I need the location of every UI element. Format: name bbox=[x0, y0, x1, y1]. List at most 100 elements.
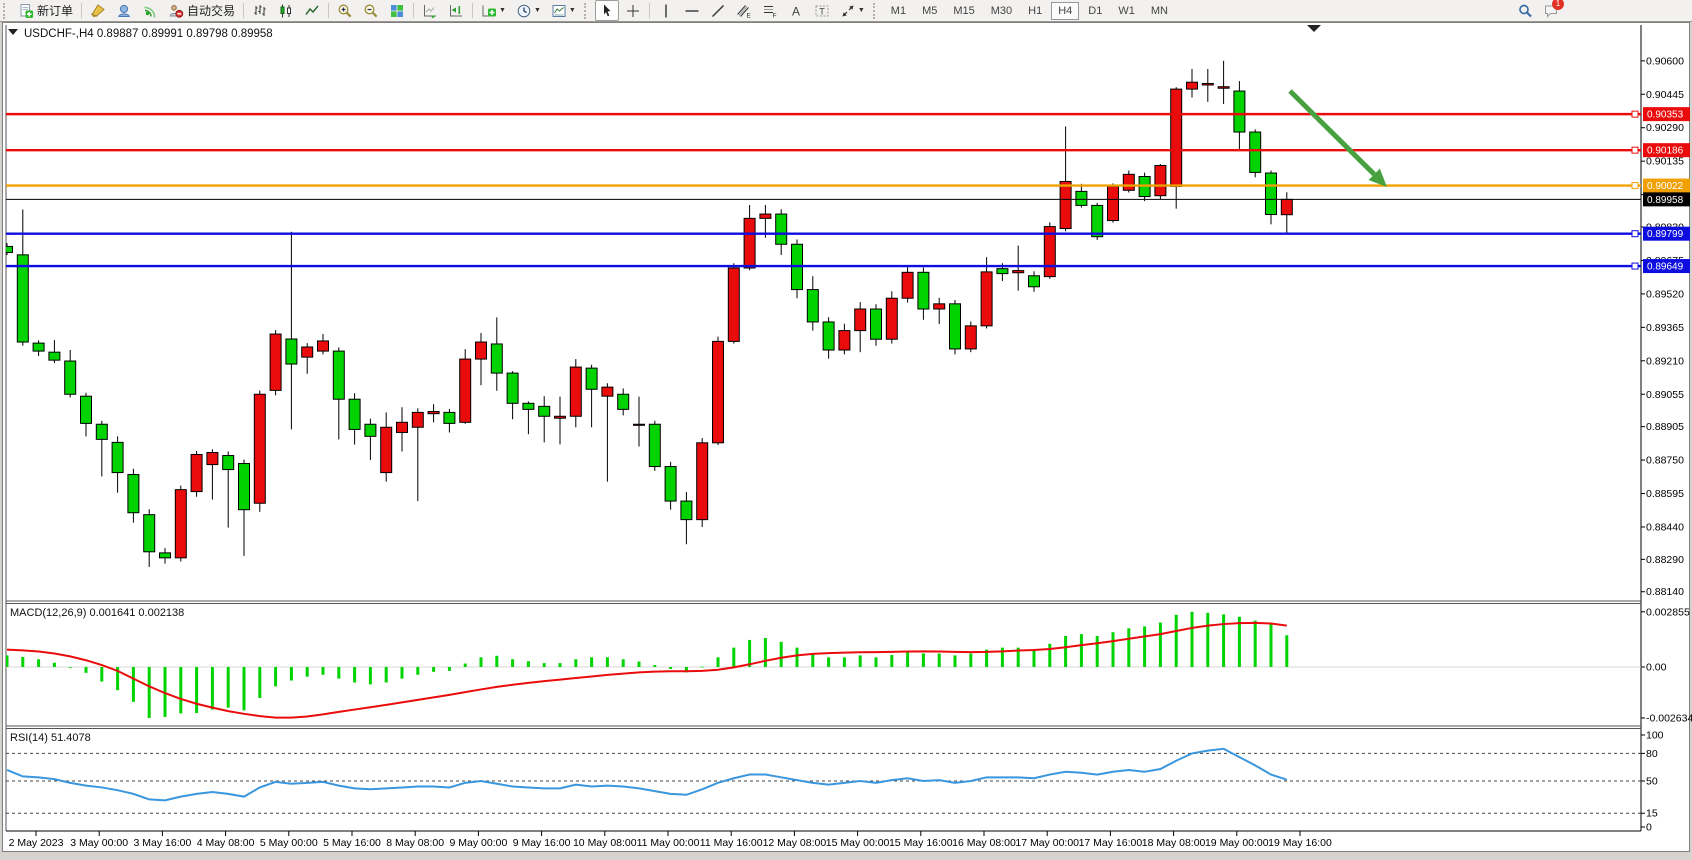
level-line-anchor[interactable] bbox=[1632, 231, 1638, 237]
text-button[interactable]: A bbox=[784, 0, 808, 21]
macd-histogram-bar bbox=[258, 667, 261, 698]
tile-windows-button[interactable] bbox=[385, 0, 409, 21]
macd-histogram-bar bbox=[53, 663, 56, 667]
candle bbox=[349, 399, 360, 429]
macd-label: MACD(12,26,9) 0.001641 0.002138 bbox=[10, 607, 184, 619]
macd-histogram-bar bbox=[764, 638, 767, 667]
chevron-down-icon[interactable]: ▼ bbox=[499, 7, 506, 14]
chat-button[interactable]: 1 bbox=[1539, 0, 1563, 21]
auto-trading-icon bbox=[168, 3, 184, 19]
svg-text:0: 0 bbox=[1646, 822, 1652, 834]
candle bbox=[634, 424, 645, 425]
new-order-button-label: 新订单 bbox=[37, 2, 73, 19]
candle bbox=[586, 368, 597, 389]
timeframe-button-D1[interactable]: D1 bbox=[1081, 2, 1109, 20]
macd-histogram-bar bbox=[1175, 615, 1178, 667]
trendline-button[interactable] bbox=[706, 0, 730, 21]
time-tick-label: 2 May 2023 bbox=[9, 837, 64, 849]
macd-histogram-bar bbox=[732, 648, 735, 667]
timeframe-button-M1[interactable]: M1 bbox=[884, 2, 913, 20]
price-tick-label: 0.90135 bbox=[1646, 156, 1684, 168]
chevron-down-icon[interactable]: ▼ bbox=[534, 7, 541, 14]
candle bbox=[1076, 191, 1087, 205]
chevron-down-icon[interactable]: ▼ bbox=[858, 7, 865, 14]
indicators-button[interactable]: ▼ bbox=[477, 0, 510, 21]
macd-histogram-bar bbox=[811, 653, 814, 667]
fibonacci-button[interactable]: F bbox=[758, 0, 782, 21]
community-icon bbox=[116, 3, 132, 19]
timeframe-button-H1[interactable]: H1 bbox=[1021, 2, 1049, 20]
cursor-button[interactable] bbox=[595, 0, 619, 21]
toolbar-separator bbox=[243, 3, 244, 18]
arrow-objects-button[interactable]: ▼ bbox=[836, 0, 869, 21]
signals-icon bbox=[142, 3, 158, 19]
time-tick-label: 5 May 00:00 bbox=[260, 837, 318, 849]
templates-button[interactable]: ▼ bbox=[547, 0, 580, 21]
macd-histogram-bar bbox=[1270, 624, 1273, 667]
time-tick-label: 16 May 08:00 bbox=[952, 837, 1016, 849]
crosshair-button[interactable] bbox=[621, 0, 645, 21]
level-line-anchor[interactable] bbox=[1632, 263, 1638, 269]
time-tick-label: 5 May 16:00 bbox=[323, 837, 381, 849]
macd-histogram-bar bbox=[464, 664, 467, 667]
macd-histogram-bar bbox=[954, 655, 957, 667]
equidistant-channel-button[interactable]: E bbox=[732, 0, 756, 21]
signals-button[interactable] bbox=[138, 0, 162, 21]
timeframe-button-M30[interactable]: M30 bbox=[984, 2, 1019, 20]
market-button[interactable] bbox=[86, 0, 110, 21]
candle bbox=[681, 501, 692, 520]
new-order-button[interactable]: 新订单 bbox=[14, 0, 77, 21]
price-tick-label: 0.88290 bbox=[1646, 554, 1684, 566]
candle bbox=[286, 339, 297, 364]
chart-shift-button[interactable] bbox=[444, 0, 468, 21]
horizontal-line-button[interactable] bbox=[680, 0, 704, 21]
timeframe-button-M5[interactable]: M5 bbox=[915, 2, 944, 20]
time-tick-label: 18 May 08:00 bbox=[1142, 837, 1206, 849]
level-line-anchor[interactable] bbox=[1632, 111, 1638, 117]
auto-trading-button[interactable]: 自动交易 bbox=[164, 0, 239, 21]
candle bbox=[412, 412, 423, 427]
timeframe-button-M15[interactable]: M15 bbox=[946, 2, 981, 20]
timeframe-button-W1[interactable]: W1 bbox=[1111, 2, 1142, 20]
vertical-line-button[interactable] bbox=[654, 0, 678, 21]
chevron-down-icon[interactable]: ▼ bbox=[569, 7, 576, 14]
level-line-anchor[interactable] bbox=[1632, 147, 1638, 153]
macd-histogram-bar bbox=[606, 657, 609, 667]
candle bbox=[1202, 83, 1213, 85]
trendline-icon bbox=[710, 3, 726, 19]
vertical-line-icon bbox=[658, 3, 674, 19]
candle bbox=[950, 304, 961, 349]
toolbar-grip[interactable] bbox=[873, 3, 880, 19]
macd-histogram-bar bbox=[369, 667, 372, 684]
line-chart-button[interactable] bbox=[300, 0, 324, 21]
timeframe-button-H4[interactable]: H4 bbox=[1051, 2, 1079, 20]
candle bbox=[1108, 186, 1119, 220]
chart-title-text: USDCHF-,H4 0.89887 0.89991 0.89798 0.899… bbox=[24, 28, 273, 40]
macd-histogram-bar bbox=[448, 667, 451, 671]
toolbar-grip[interactable] bbox=[3, 3, 10, 19]
bar-chart-button[interactable] bbox=[248, 0, 272, 21]
time-tick-label: 17 May 00:00 bbox=[1015, 837, 1079, 849]
text-label-button[interactable]: T bbox=[810, 0, 834, 21]
community-button[interactable] bbox=[112, 0, 136, 21]
periods-button[interactable]: ▼ bbox=[512, 0, 545, 21]
zoom-in-button[interactable] bbox=[333, 0, 357, 21]
macd-histogram-bar bbox=[401, 667, 404, 679]
time-tick-label: 15 May 00:00 bbox=[826, 837, 890, 849]
zoom-out-icon bbox=[363, 3, 379, 19]
candle bbox=[128, 475, 139, 513]
auto-scroll-button[interactable] bbox=[418, 0, 442, 21]
chart-canvas[interactable]: 0.906000.904450.902900.901350.899800.898… bbox=[0, 0, 1692, 855]
toolbar-grip[interactable] bbox=[584, 3, 591, 19]
level-line-anchor[interactable] bbox=[1632, 183, 1638, 189]
price-tick-label: 0.88595 bbox=[1646, 488, 1684, 500]
svg-text:100: 100 bbox=[1646, 730, 1664, 742]
cursor-icon bbox=[599, 3, 615, 19]
zoom-out-button[interactable] bbox=[359, 0, 383, 21]
timeframe-button-MN[interactable]: MN bbox=[1144, 2, 1175, 20]
macd-histogram-bar bbox=[969, 653, 972, 667]
search-button[interactable] bbox=[1513, 0, 1537, 21]
macd-histogram-bar bbox=[100, 667, 103, 682]
candlestick-chart-button[interactable] bbox=[274, 0, 298, 21]
macd-histogram-bar bbox=[1143, 626, 1146, 667]
